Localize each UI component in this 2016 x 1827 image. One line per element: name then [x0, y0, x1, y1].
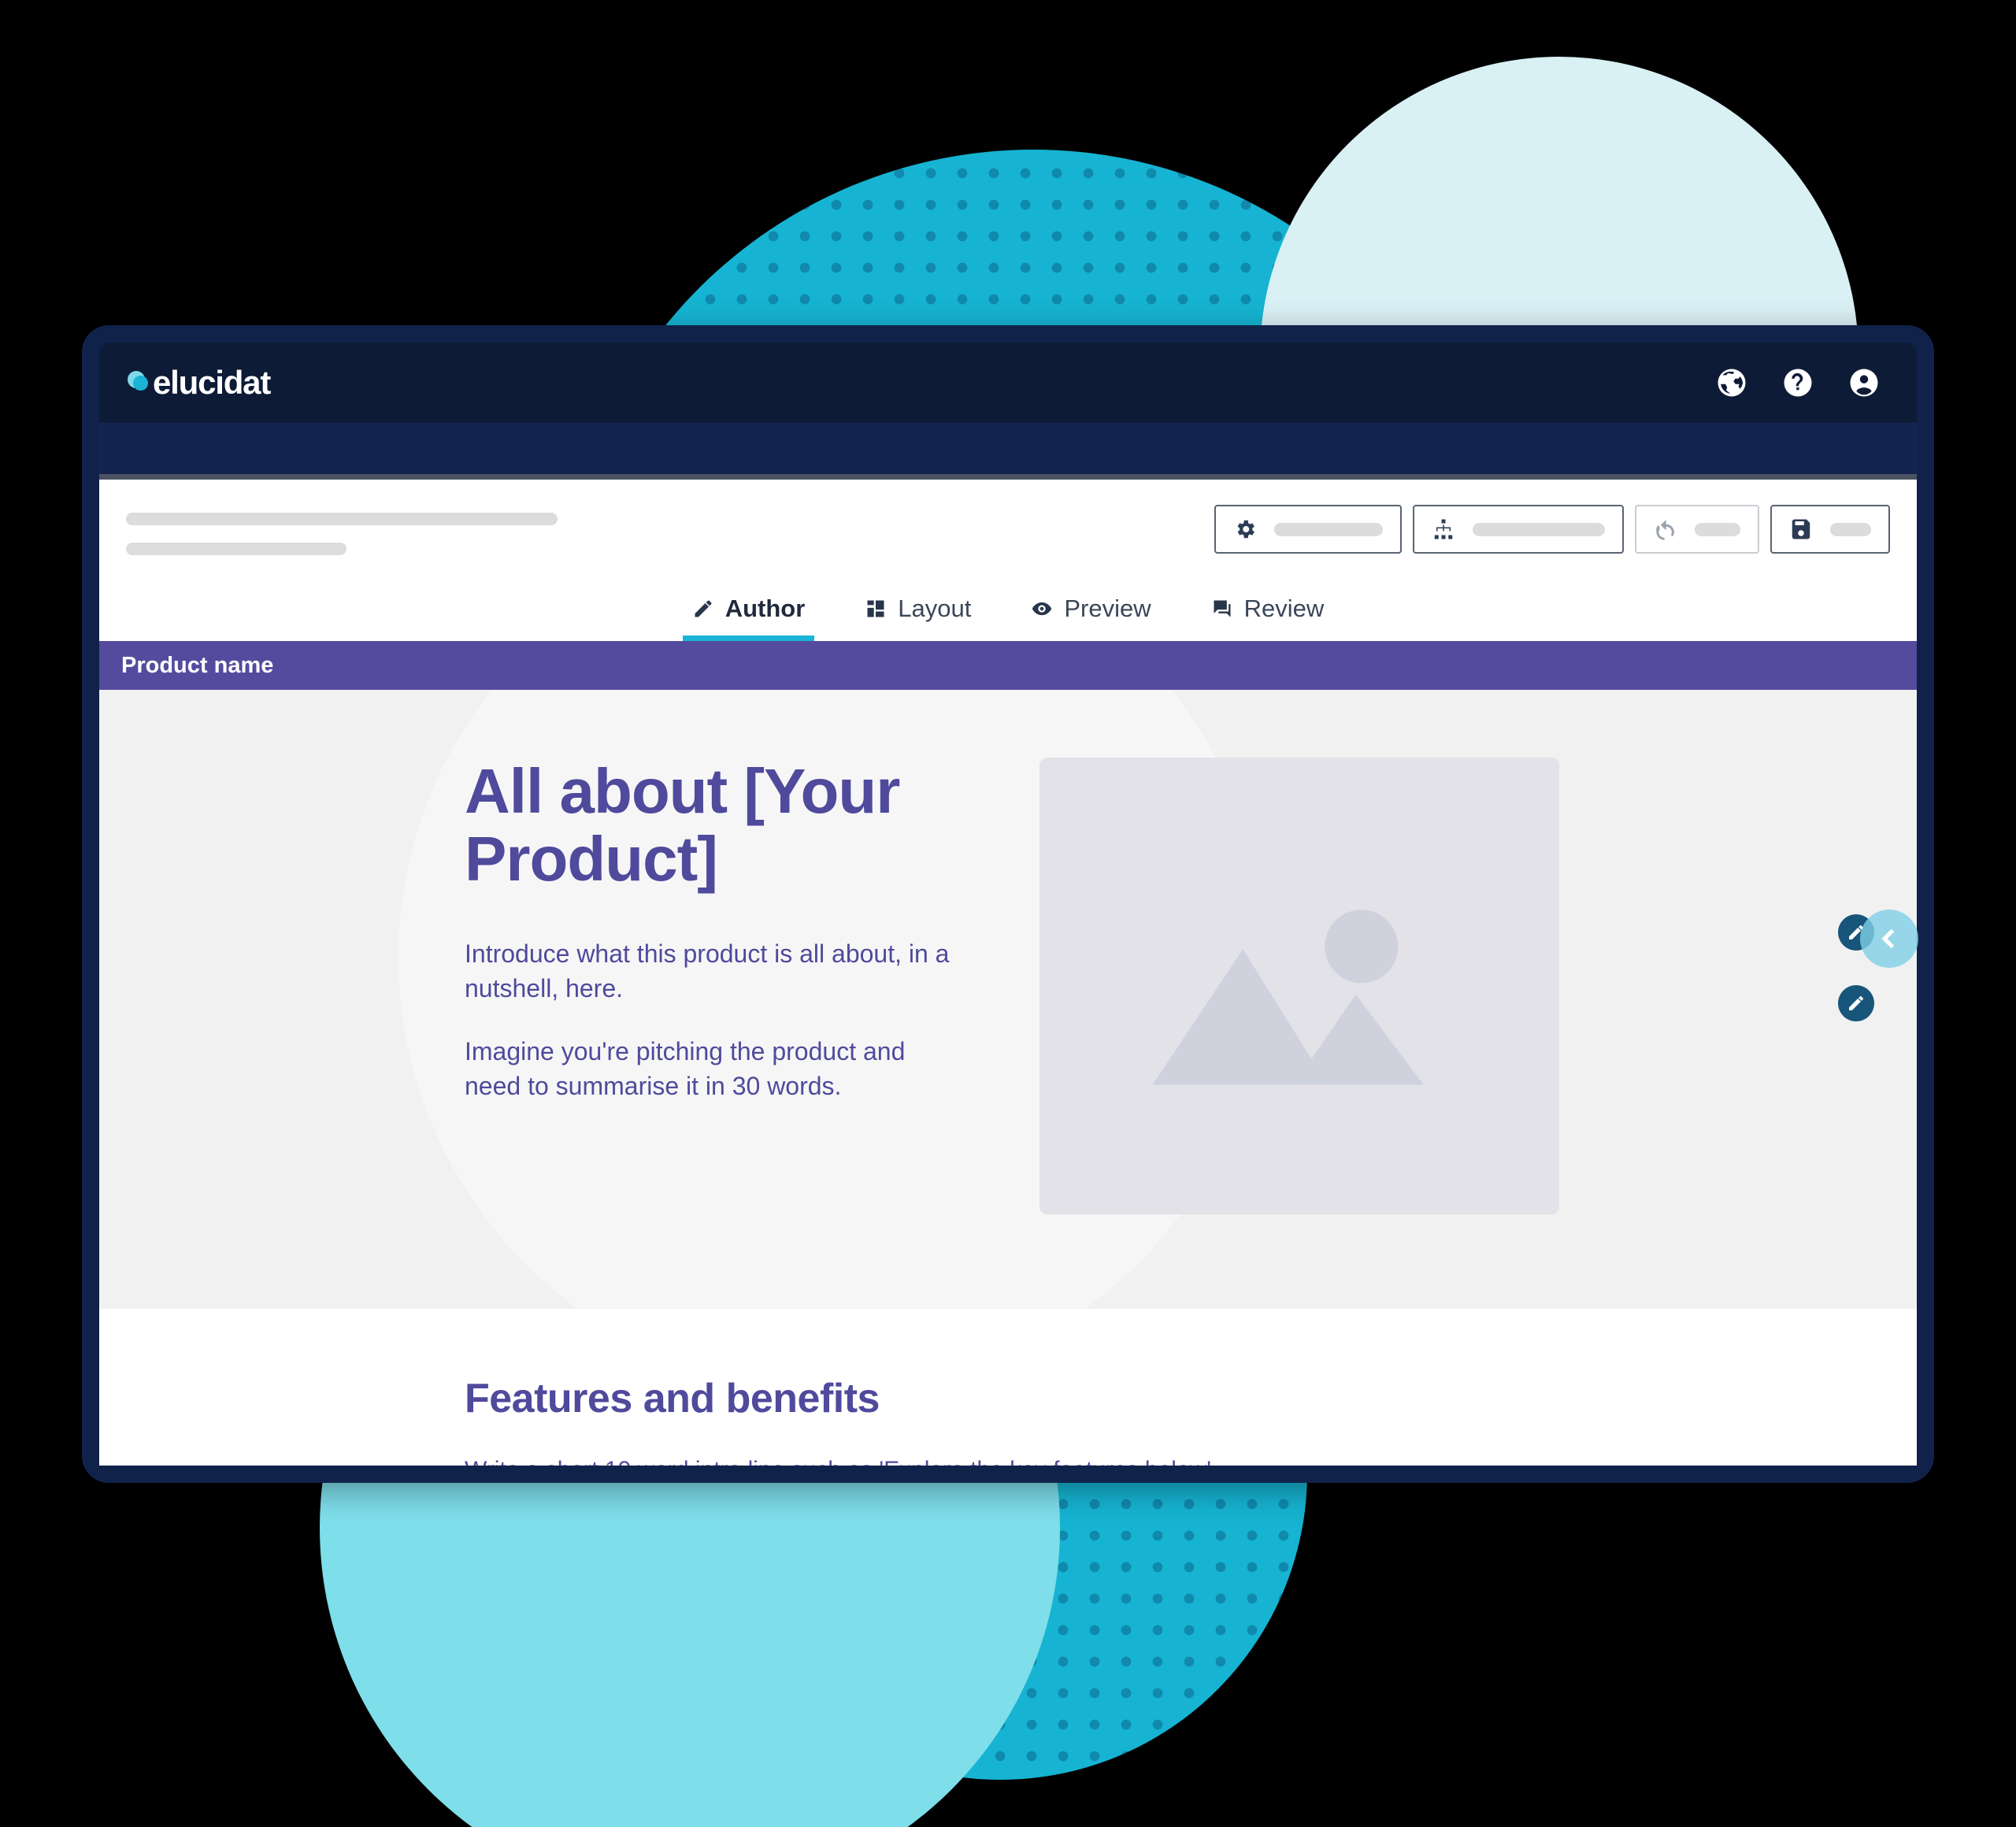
account-icon[interactable] [1847, 366, 1881, 399]
gear-icon [1237, 520, 1254, 539]
hero-section: All about [Your Product] Introduce what … [99, 690, 1917, 1309]
tab-layout[interactable]: Layout [855, 588, 980, 641]
features-section: Features and benefits Write a short 10 w… [99, 1309, 1917, 1466]
skeleton-bar-primary [126, 513, 558, 525]
undo-label-placeholder [1695, 522, 1740, 536]
grid-icon [867, 600, 884, 617]
tab-preview[interactable]: Preview [1021, 588, 1160, 641]
browser-window: elucidat Author Layout Preview Review Pr… [82, 325, 1934, 1483]
settings-label-placeholder [1274, 522, 1383, 536]
tab-layout-label: Layout [898, 595, 972, 622]
help-icon[interactable] [1781, 366, 1814, 399]
features-heading: Features and benefits [465, 1376, 880, 1421]
tab-review[interactable]: Review [1202, 588, 1334, 641]
chevron-left-icon [1881, 928, 1895, 949]
hero-paragraph-1: Introduce what this product is all about… [465, 939, 950, 1002]
comment-icon [1214, 600, 1231, 617]
skeleton-bar-secondary [126, 543, 346, 555]
undo-button[interactable] [1635, 505, 1759, 554]
brand-logo[interactable]: elucidat [128, 364, 271, 402]
edit-block-button[interactable] [1838, 985, 1874, 1021]
hero-heading: All about [Your Product] [465, 756, 900, 895]
sitemap-icon [1434, 519, 1453, 539]
pencil-icon [1849, 996, 1863, 1010]
globe-icon[interactable] [1715, 366, 1748, 399]
elucidat-dot-icon [128, 369, 154, 396]
eye-icon [1032, 602, 1052, 616]
undo-icon [1656, 520, 1674, 540]
tab-review-label: Review [1243, 595, 1325, 622]
app-header: elucidat [99, 343, 1917, 423]
tab-preview-label: Preview [1064, 595, 1151, 622]
hero-image-placeholder[interactable] [1040, 758, 1559, 1214]
brand-name: elucidat [153, 364, 271, 401]
title-skeleton-group [126, 503, 558, 573]
toolbar-button-group [1214, 503, 1890, 554]
editor-tab-bar: Author Layout Preview Review [126, 588, 1890, 641]
application-viewport: elucidat Author Layout Preview Review Pr… [99, 343, 1917, 1466]
save-button[interactable] [1770, 505, 1890, 554]
tab-author[interactable]: Author [682, 588, 815, 641]
editor-toolbar-area: Author Layout Preview Review [99, 480, 1917, 641]
screenshot-canvas: elucidat Author Layout Preview Review Pr… [0, 0, 2016, 1827]
section-header-bar[interactable]: Product name [99, 641, 1917, 690]
settings-button[interactable] [1214, 505, 1402, 554]
save-label-placeholder [1830, 522, 1871, 536]
hero-inner: All about [Your Product] Introduce what … [99, 756, 1917, 1214]
image-placeholder-icon [1152, 910, 1424, 1085]
toolbar-row [126, 503, 1890, 573]
structure-button[interactable] [1413, 505, 1624, 554]
hero-paragraph-2: Imagine you're pitching the product and … [465, 1037, 906, 1101]
collapse-panel-button[interactable] [1860, 910, 1918, 968]
save-icon [1792, 519, 1810, 539]
header-icon-group [1715, 366, 1881, 399]
tab-author-label: Author [724, 595, 806, 622]
features-subtext: Write a short 10 word intro line such as… [465, 1457, 1917, 1466]
hero-text-column: All about [Your Product] Introduce what … [465, 756, 953, 1214]
secondary-nav-bar [99, 423, 1917, 480]
section-header-title: Product name [121, 652, 274, 678]
pencil-icon [695, 600, 712, 617]
structure-label-placeholder [1473, 522, 1605, 536]
